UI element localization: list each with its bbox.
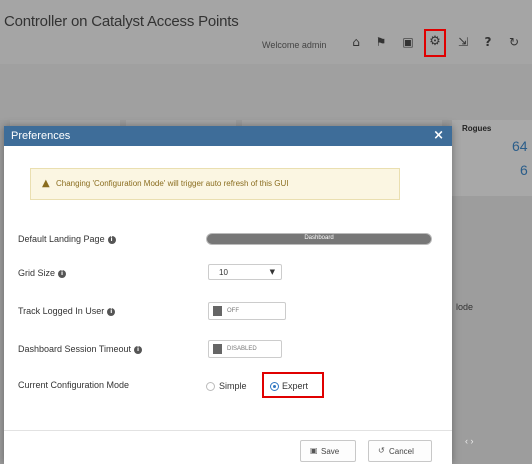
warning-icon: ▲ — [42, 178, 50, 189]
help-icon[interactable]: ? — [480, 34, 496, 50]
background-arrows[interactable]: ‹ › — [465, 436, 474, 446]
grid-size-label: Grid Size i — [18, 268, 67, 278]
session-timeout-label: Dashboard Session Timeout i — [18, 344, 143, 354]
track-user-label-text: Track Logged In User — [18, 306, 105, 316]
grid-size-select[interactable]: 10 ▼ — [208, 264, 282, 280]
landing-page-select[interactable]: Dashboard — [206, 233, 432, 245]
cancel-button-label: Cancel — [389, 447, 414, 456]
simple-radio[interactable] — [206, 382, 215, 391]
simple-radio-label[interactable]: Simple — [219, 381, 247, 391]
session-timeout-label-text: Dashboard Session Timeout — [18, 344, 132, 354]
modal-title: Preferences — [11, 130, 71, 142]
cancel-button[interactable]: ↺ Cancel — [368, 440, 432, 462]
alert-text: Changing 'Configuration Mode' will trigg… — [56, 179, 289, 188]
landing-page-label-text: Default Landing Page — [18, 234, 105, 244]
save-icon: ▣ — [310, 446, 318, 455]
landing-page-value: Dashboard — [304, 235, 334, 241]
info-icon[interactable]: i — [134, 346, 143, 354]
session-timeout-toggle[interactable]: DISABLED — [208, 340, 282, 358]
welcome-text: Welcome admin — [262, 40, 327, 50]
toggle-knob — [213, 306, 222, 316]
cancel-icon: ↺ — [378, 446, 385, 455]
warning-alert: ▲ Changing 'Configuration Mode' will tri… — [30, 168, 400, 200]
save-button-label: Save — [321, 447, 340, 456]
close-icon[interactable]: × — [433, 128, 444, 143]
modal-header: Preferences × — [4, 126, 452, 146]
toggle-knob — [213, 344, 222, 354]
info-icon[interactable]: i — [107, 308, 116, 316]
info-icon[interactable]: i — [58, 270, 67, 278]
bookmark-icon[interactable]: ⚑ — [373, 34, 389, 50]
app-title: Controller on Catalyst Access Points — [4, 13, 239, 30]
rogue-count: 64 — [512, 138, 528, 154]
app-header: Controller on Catalyst Access Points Wel… — [0, 0, 532, 64]
grid-size-label-text: Grid Size — [18, 268, 56, 278]
expert-highlight — [262, 372, 324, 398]
grid-size-value: 10 — [219, 268, 228, 277]
track-user-toggle[interactable]: OFF — [208, 302, 286, 320]
background-mode-text: lode — [456, 302, 474, 312]
save-button[interactable]: ▣ Save — [300, 440, 356, 462]
session-timeout-toggle-text: DISABLED — [227, 346, 257, 352]
chevron-down-icon: ▼ — [269, 268, 275, 276]
save-icon[interactable]: ▣ — [400, 34, 416, 50]
info-icon[interactable]: i — [107, 236, 116, 244]
rogue-count: 6 — [520, 162, 528, 178]
refresh-icon[interactable]: ↻ — [506, 34, 522, 50]
gear-highlight — [424, 29, 446, 57]
landing-page-label: Default Landing Page i — [18, 234, 116, 244]
rogues-label: Rogues — [462, 124, 492, 133]
app-band — [0, 64, 532, 120]
track-user-toggle-text: OFF — [227, 308, 239, 314]
configuration-mode-label: Current Configuration Mode — [18, 380, 130, 390]
track-user-label: Track Logged In User i — [18, 306, 116, 316]
modal-footer-divider — [4, 430, 452, 431]
home-icon[interactable]: ⌂ — [348, 34, 364, 50]
preferences-modal: Preferences × ▲ Changing 'Configuration … — [4, 126, 452, 464]
download-icon[interactable]: ⇲ — [455, 34, 471, 50]
